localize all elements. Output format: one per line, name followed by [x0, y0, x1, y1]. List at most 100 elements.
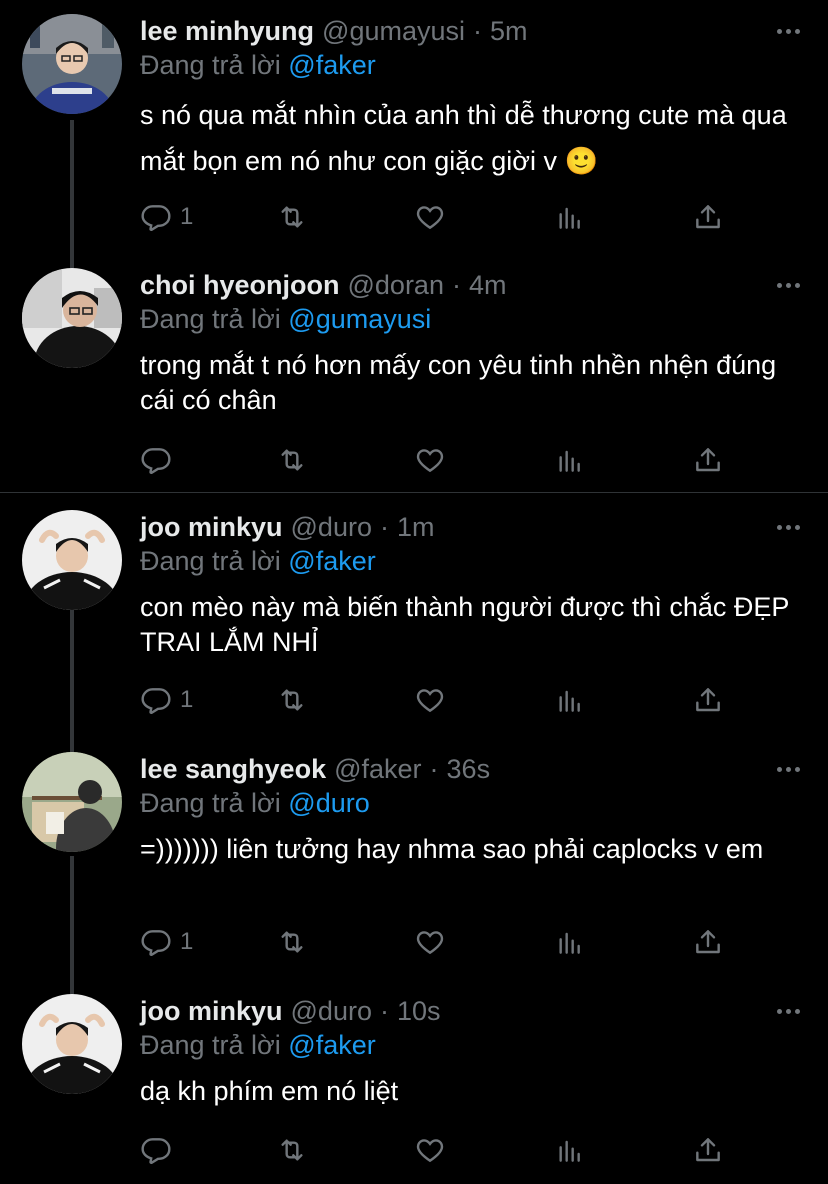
retweet-button[interactable] — [276, 1130, 308, 1170]
reply-prefix: Đang trả lời — [140, 1030, 281, 1060]
user-handle[interactable]: @duro — [291, 996, 372, 1027]
share-icon — [696, 1138, 720, 1162]
views-button[interactable] — [554, 922, 586, 962]
reply-count: 1 — [180, 203, 194, 230]
separator-dot: · — [429, 753, 439, 784]
reply-button[interactable]: 1 — [140, 197, 193, 237]
like-button[interactable] — [414, 440, 446, 480]
heart-icon — [416, 689, 444, 713]
reply-button[interactable] — [140, 440, 180, 480]
mention-link[interactable]: @faker — [288, 546, 375, 576]
reply-count: 1 — [180, 928, 194, 955]
avatar-image — [22, 752, 122, 852]
reply-button[interactable]: 1 — [140, 680, 193, 720]
reply-button[interactable]: 1 — [140, 922, 193, 962]
separator-dot: · — [379, 995, 389, 1026]
avatar[interactable] — [22, 268, 122, 368]
avatar[interactable] — [22, 14, 122, 114]
tweet-text: con mèo này mà biến thành người được thì… — [140, 592, 789, 657]
share-icon — [696, 930, 720, 954]
analytics-icon — [559, 207, 580, 229]
views-button[interactable] — [554, 440, 586, 480]
share-button[interactable] — [692, 922, 724, 962]
reply-prefix: Đang trả lời — [140, 788, 281, 818]
analytics-icon — [559, 690, 580, 712]
tweet-text: s nó qua mắt nhìn của anh thì dễ thương … — [140, 100, 787, 176]
timestamp[interactable]: 10s — [397, 996, 441, 1027]
display-name[interactable]: lee minhyung — [140, 16, 314, 47]
tweet[interactable]: lee sanghyeok @faker · 36s Đang trả lời … — [0, 752, 828, 972]
share-icon — [696, 205, 720, 229]
action-bar: 1 — [140, 680, 740, 720]
mention-link[interactable]: @faker — [288, 1030, 375, 1060]
reply-button[interactable] — [140, 1130, 180, 1170]
heart-icon — [416, 931, 444, 955]
share-button[interactable] — [692, 1130, 724, 1170]
tweet-text: trong mắt t nó hơn mấy con yêu tinh nhền… — [140, 350, 777, 415]
retweet-icon — [281, 449, 303, 471]
avatar[interactable] — [22, 752, 122, 852]
tweet[interactable]: choi hyeonjoon @doran · 4m Đang trả lời … — [0, 268, 828, 488]
more-icon[interactable] — [777, 752, 800, 786]
timestamp[interactable]: 36s — [447, 754, 491, 785]
retweet-icon — [281, 206, 303, 228]
reply-icon — [141, 688, 171, 714]
tweet[interactable]: joo minkyu @duro · 10s Đang trả lời @fak… — [0, 994, 828, 1184]
reply-icon — [141, 205, 171, 231]
timestamp[interactable]: 1m — [397, 512, 435, 543]
more-icon[interactable] — [777, 268, 800, 302]
reply-icon — [141, 1138, 171, 1164]
separator-dot: · — [379, 511, 389, 542]
mention-link[interactable]: @faker — [288, 50, 375, 80]
timestamp[interactable]: 4m — [469, 270, 507, 301]
retweet-icon — [281, 689, 303, 711]
share-button[interactable] — [692, 440, 724, 480]
like-button[interactable] — [414, 680, 446, 720]
heart-icon — [416, 206, 444, 230]
tweet[interactable]: lee minhyung @gumayusi · 5m Đang trả lời… — [0, 14, 828, 244]
thread-divider — [0, 492, 828, 493]
share-button[interactable] — [692, 197, 724, 237]
retweet-button[interactable] — [276, 680, 308, 720]
retweet-button[interactable] — [276, 922, 308, 962]
avatar[interactable] — [22, 510, 122, 610]
more-icon[interactable] — [777, 510, 800, 544]
replying-to: Đang trả lời @faker — [140, 1030, 376, 1061]
action-bar: 1 — [140, 197, 740, 237]
user-handle[interactable]: @faker — [334, 754, 421, 785]
separator-dot: · — [473, 15, 482, 46]
display-name[interactable]: joo minkyu — [140, 512, 283, 543]
views-button[interactable] — [554, 680, 586, 720]
views-button[interactable] — [554, 197, 586, 237]
more-icon[interactable] — [777, 14, 800, 48]
avatar[interactable] — [22, 994, 122, 1094]
user-handle[interactable]: @gumayusi — [322, 16, 465, 47]
mention-link[interactable]: @gumayusi — [288, 304, 431, 334]
tweet-text: dạ kh phím em nó liệt — [140, 1076, 399, 1106]
like-button[interactable] — [414, 922, 446, 962]
like-button[interactable] — [414, 1130, 446, 1170]
reply-count: 1 — [180, 686, 194, 713]
reply-prefix: Đang trả lời — [140, 304, 281, 334]
replying-to: Đang trả lời @faker — [140, 546, 376, 577]
replying-to: Đang trả lời @faker — [140, 50, 376, 81]
display-name[interactable]: lee sanghyeok — [140, 754, 326, 785]
avatar-image — [22, 994, 122, 1094]
retweet-button[interactable] — [276, 197, 308, 237]
views-button[interactable] — [554, 1130, 586, 1170]
separator-dot: · — [451, 269, 461, 300]
user-handle[interactable]: @doran — [348, 270, 444, 301]
tweet[interactable]: joo minkyu @duro · 1m Đang trả lời @fake… — [0, 510, 828, 730]
retweet-button[interactable] — [276, 440, 308, 480]
user-handle[interactable]: @duro — [291, 512, 372, 543]
share-button[interactable] — [692, 680, 724, 720]
display-name[interactable]: choi hyeonjoon — [140, 270, 340, 301]
like-button[interactable] — [414, 197, 446, 237]
analytics-icon — [559, 932, 580, 954]
reply-prefix: Đang trả lời — [140, 546, 281, 576]
heart-icon — [416, 1139, 444, 1163]
mention-link[interactable]: @duro — [288, 788, 369, 818]
display-name[interactable]: joo minkyu — [140, 996, 283, 1027]
timestamp[interactable]: 5m — [490, 16, 528, 47]
more-icon[interactable] — [777, 994, 800, 1028]
